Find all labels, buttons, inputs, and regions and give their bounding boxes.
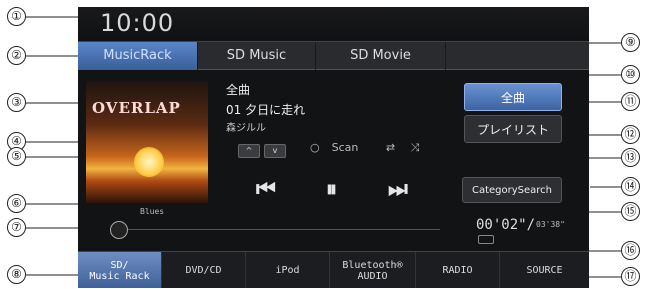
shuffle-icon[interactable]: ⤨	[411, 141, 420, 154]
total-time: 03'38"	[536, 220, 565, 229]
all-songs-button[interactable]: 全曲	[464, 83, 562, 111]
bottom-tab-sd-music-rack[interactable]: SD/ Music Rack	[78, 252, 162, 288]
category-search-button[interactable]: CategorySearch	[462, 177, 562, 203]
album-art[interactable]: OVERLAP	[86, 81, 208, 203]
seek-knob[interactable]	[110, 221, 128, 239]
genre-label: Blues	[140, 207, 165, 216]
bottom-source-bar: SD/ Music Rack DVD/CD iPod Bluetooth® AU…	[78, 251, 589, 288]
callout-3: ③	[7, 93, 26, 112]
bottom-tab-dvd-cd[interactable]: DVD/CD	[162, 252, 246, 288]
scan-button[interactable]: ○ Scan	[310, 141, 370, 154]
callout-17: ⑰	[621, 267, 640, 286]
callout-7: ⑦	[7, 218, 26, 237]
album-art-sun	[134, 147, 164, 177]
repeat-status-icon	[478, 235, 494, 244]
clock: 10:00	[100, 9, 175, 37]
repeat-icon[interactable]: ⇄	[386, 141, 395, 154]
search-icon: ○	[310, 141, 320, 154]
bottom-tab-source[interactable]: SOURCE	[500, 252, 589, 288]
status-bar: 10:00	[78, 7, 589, 41]
callout-6: ⑥	[7, 194, 26, 213]
elapsed-time: 00'02"/	[476, 217, 536, 233]
callout-15: ⑮	[621, 202, 640, 221]
callout-1: ①	[7, 7, 26, 26]
bottom-tab-ipod[interactable]: iPod	[246, 252, 330, 288]
callout-2: ②	[7, 46, 26, 65]
album-art-title: OVERLAP	[92, 99, 181, 117]
callout-9: ⑨	[621, 33, 640, 52]
callout-16: ⑯	[621, 241, 640, 260]
playlist-button[interactable]: プレイリスト	[464, 115, 562, 143]
scan-label: Scan	[331, 141, 359, 154]
list-mode-label: 全曲	[226, 83, 251, 97]
source-tab-bar: MusicRack SD Music SD Movie	[78, 41, 589, 70]
bottom-tab-radio[interactable]: RADIO	[416, 252, 500, 288]
callout-10: ⑩	[621, 65, 640, 84]
tab-sd-movie[interactable]: SD Movie	[316, 42, 446, 70]
track-up-button[interactable]: ^	[238, 144, 260, 158]
callout-8: ⑧	[7, 265, 26, 284]
bottom-tab-bluetooth-audio[interactable]: Bluetooth® AUDIO	[330, 252, 416, 288]
artist-name: 森ジルル	[226, 123, 266, 134]
audio-player-screen: 10:00 MusicRack SD Music SD Movie OVERLA…	[78, 7, 589, 288]
track-down-button[interactable]: v	[264, 144, 286, 158]
callout-5: ⑤	[7, 147, 26, 166]
tab-sd-music[interactable]: SD Music	[198, 42, 316, 70]
play-mode-controls: ○ Scan ⇄ ⤨	[310, 141, 431, 155]
callout-12: ⑫	[621, 125, 640, 144]
callout-14: ⑭	[621, 177, 640, 196]
seek-track[interactable]	[110, 229, 440, 230]
track-title: 01 夕日に走れ	[226, 103, 306, 117]
next-track-button[interactable]: ⏭	[388, 177, 408, 202]
callout-11: ⑪	[621, 92, 640, 111]
tab-musicrack[interactable]: MusicRack	[78, 42, 198, 70]
callout-13: ⑬	[621, 148, 640, 167]
pause-button[interactable]: ⏸	[326, 177, 337, 202]
previous-track-button[interactable]: ⏮	[256, 177, 276, 202]
